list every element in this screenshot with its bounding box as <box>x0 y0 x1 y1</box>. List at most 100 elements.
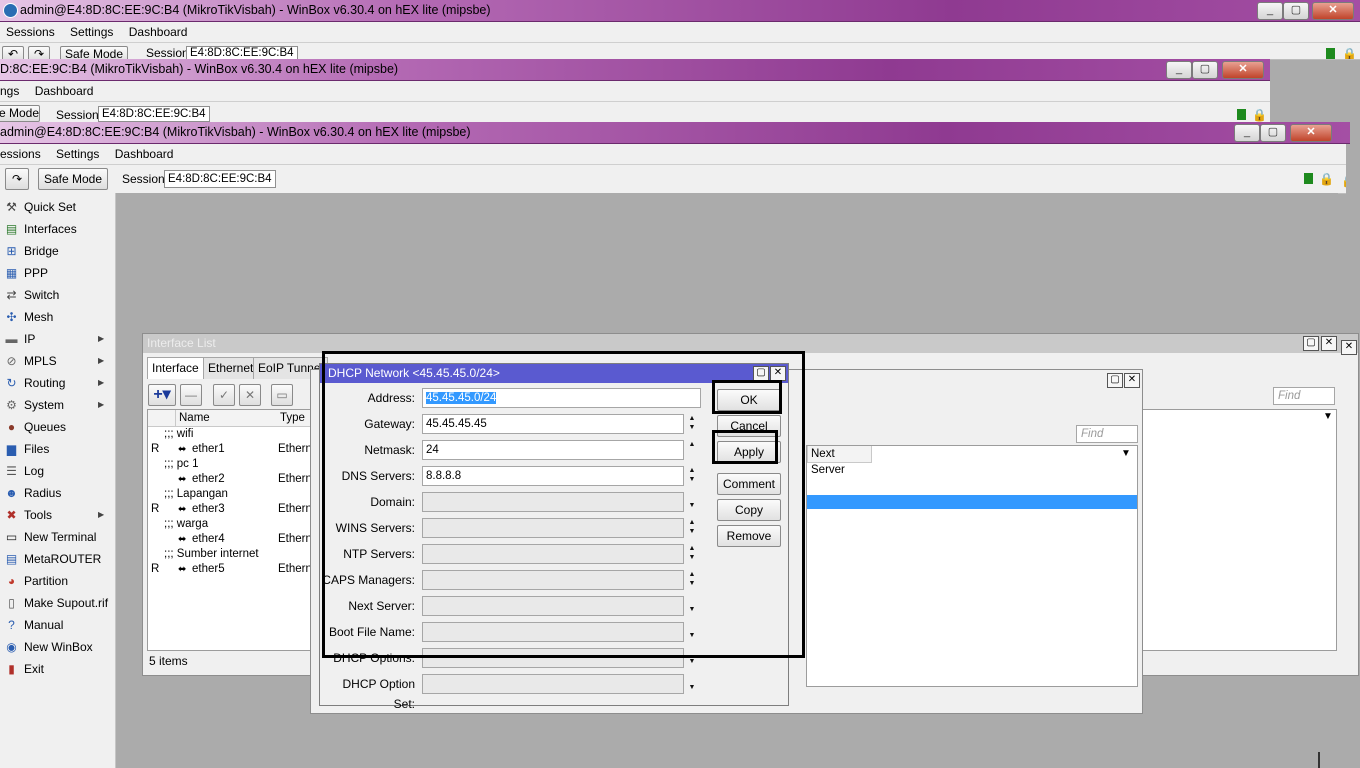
tab-ethernet[interactable]: Ethernet <box>203 357 259 379</box>
window-3-toolbar: ↷ Safe Mode Session: E4:8D:8C:EE:9C:B4 🔒… <box>0 165 1346 194</box>
sidebar-item-tools[interactable]: ✖ Tools ▶ <box>0 504 115 526</box>
sidebar-item-quick-set[interactable]: ⚒ Quick Set <box>0 196 115 218</box>
maximize-icon[interactable]: ▢ <box>1260 124 1286 142</box>
window-3-titlebar[interactable]: admin@E4:8D:8C:EE:9C:B4 (MikroTikVisbah)… <box>0 122 1350 144</box>
close-icon[interactable]: ✕ <box>1312 2 1354 20</box>
sidebar-item-label: Partition <box>24 574 69 588</box>
sidebar-item-radius[interactable]: ☻ Radius <box>0 482 115 504</box>
remove-icon[interactable]: — <box>180 384 202 406</box>
dropdown-icon[interactable]: ▼ <box>686 674 698 692</box>
add-icon[interactable]: +▾ <box>148 384 176 406</box>
ethernet-port-icon: ⬌ <box>178 564 187 575</box>
interface-find-input[interactable]: Find <box>1273 387 1335 405</box>
sidebar-item-bridge[interactable]: ⊞ Bridge <box>0 240 115 262</box>
column-name[interactable]: Name <box>176 410 278 427</box>
close-icon[interactable]: ✕ <box>1341 340 1357 355</box>
session-field[interactable]: E4:8D:8C:EE:9C:B4 <box>164 170 276 188</box>
highlight-box-ok <box>712 380 782 414</box>
sidebar-item-mesh[interactable]: ✣ Mesh <box>0 306 115 328</box>
session-field[interactable]: E4:8D:8C:EE:9C:B4 <box>186 46 298 59</box>
window-3-title: admin@E4:8D:8C:EE:9C:B4 (MikroTikVisbah)… <box>0 125 471 139</box>
highlight-box-apply <box>712 430 778 464</box>
window-3-menubar: essions Settings Dashboard <box>0 144 1346 165</box>
selected-row[interactable] <box>807 495 1137 509</box>
close-icon[interactable]: ✕ <box>1321 336 1337 351</box>
tab-interface[interactable]: Interface <box>147 357 204 379</box>
sidebar-item-exit[interactable]: ▮ Exit <box>0 658 115 680</box>
restore-icon[interactable]: ▢ <box>1107 373 1123 388</box>
quick-set-icon: ⚒ <box>6 200 17 214</box>
session-field[interactable]: E4:8D:8C:EE:9C:B4 <box>98 106 210 122</box>
row-name: ;;; warga <box>164 518 209 530</box>
menu-dashboard[interactable]: Dashboard <box>29 81 100 101</box>
sidebar-item-partition[interactable]: ◕ Partition <box>0 570 115 592</box>
exit-icon: ▮ <box>8 662 15 676</box>
row-name: ether3 <box>192 503 225 515</box>
enable-icon[interactable]: ✓ <box>213 384 235 406</box>
sidebar-item-log[interactable]: ☰ Log <box>0 460 115 482</box>
menu-settings[interactable]: Settings <box>64 22 119 42</box>
supout-icon: ▯ <box>8 596 15 610</box>
sidebar-item-label: Switch <box>24 288 60 302</box>
row-flag: R <box>151 443 160 455</box>
scrollbar-edge[interactable] <box>1318 752 1320 768</box>
sidebar-item-files[interactable]: ▆ Files <box>0 438 115 460</box>
sidebar-item-routing[interactable]: ↻ Routing ▶ <box>0 372 115 394</box>
safe-mode-button[interactable]: e Mode <box>0 105 40 122</box>
close-icon[interactable]: ✕ <box>1222 61 1264 79</box>
session-label: Session: <box>122 172 169 186</box>
interfaces-icon: ▤ <box>5 222 18 236</box>
sidebar-item-system[interactable]: ⚙ System ▶ <box>0 394 115 416</box>
undo-icon[interactable]: ↶ <box>2 46 24 59</box>
sidebar-item-interfaces[interactable]: ▤ Interfaces <box>0 218 115 240</box>
field-label: DHCP Option Set: <box>342 677 415 711</box>
close-icon[interactable]: ✕ <box>1124 373 1140 388</box>
sidebar-item-manual[interactable]: ? Manual <box>0 614 115 636</box>
sidebar-item-new-winbox[interactable]: ◉ New WinBox <box>0 636 115 658</box>
lock-icon: 🔒 <box>1342 47 1357 60</box>
disable-icon[interactable]: ✕ <box>239 384 261 406</box>
menu-dashboard[interactable]: Dashboard <box>123 22 194 42</box>
menu-settings[interactable]: ngs <box>0 81 25 101</box>
sidebar-item-metarouter[interactable]: ▤ MetaROUTER <box>0 548 115 570</box>
sidebar-item-ppp[interactable]: ▦ PPP <box>0 262 115 284</box>
window-1-titlebar[interactable]: admin@E4:8D:8C:EE:9C:B4 (MikroTikVisbah)… <box>0 0 1360 22</box>
minimize-icon[interactable]: _ <box>1257 2 1283 20</box>
sidebar-item-ip[interactable]: ▬ IP ▶ <box>0 328 115 350</box>
maximize-icon[interactable]: ▢ <box>1192 61 1218 79</box>
redo-icon[interactable]: ↷ <box>5 168 29 190</box>
status-indicator-icon <box>1326 48 1335 59</box>
sidebar-item-make-supout-rif[interactable]: ▯ Make Supout.rif <box>0 592 115 614</box>
column-dropdown-icon[interactable]: ▼ <box>1323 411 1333 422</box>
sidebar-item-mpls[interactable]: ⊘ MPLS ▶ <box>0 350 115 372</box>
dhcp-find-input[interactable]: Find <box>1076 425 1138 443</box>
minimize-icon[interactable]: _ <box>1166 61 1192 79</box>
sidebar-item-queues[interactable]: ● Queues <box>0 416 115 438</box>
row-name: ;;; Lapangan <box>164 488 228 500</box>
ip-icon: ▬ <box>5 332 18 346</box>
row-name: ether5 <box>192 563 225 575</box>
menu-settings[interactable]: Settings <box>50 144 105 164</box>
window-2-titlebar[interactable]: D:8C:EE:9C:B4 (MikroTikVisbah) - WinBox … <box>0 59 1270 81</box>
column-dropdown-icon[interactable]: ▼ <box>1121 448 1131 459</box>
close-icon[interactable]: ✕ <box>1290 124 1332 142</box>
winbox-icon: ◉ <box>6 640 17 654</box>
redo-icon[interactable]: ↷ <box>28 46 50 59</box>
restore-icon[interactable]: ▢ <box>1303 336 1319 351</box>
menu-dashboard[interactable]: Dashboard <box>109 144 180 164</box>
tools-icon: ✖ <box>6 508 17 522</box>
minimize-icon[interactable]: _ <box>1234 124 1260 142</box>
column-next-server[interactable]: Next Server <box>807 446 872 476</box>
safe-mode-button[interactable]: Safe Mode <box>60 46 128 59</box>
ethernet-port-icon: ⬌ <box>178 534 187 545</box>
dhcp-option-set-field[interactable] <box>422 674 684 694</box>
comment-icon[interactable]: ▭ <box>271 384 293 406</box>
sidebar-item-new-terminal[interactable]: ▭ New Terminal <box>0 526 115 548</box>
safe-mode-button[interactable]: Safe Mode <box>38 168 108 190</box>
menu-sessions[interactable]: Sessions <box>0 22 61 42</box>
menu-sessions[interactable]: essions <box>0 144 47 164</box>
maximize-icon[interactable]: ▢ <box>1283 2 1309 20</box>
log-icon: ☰ <box>6 464 17 478</box>
sidebar-item-label: Manual <box>24 618 64 632</box>
sidebar-item-switch[interactable]: ⇄ Switch <box>0 284 115 306</box>
